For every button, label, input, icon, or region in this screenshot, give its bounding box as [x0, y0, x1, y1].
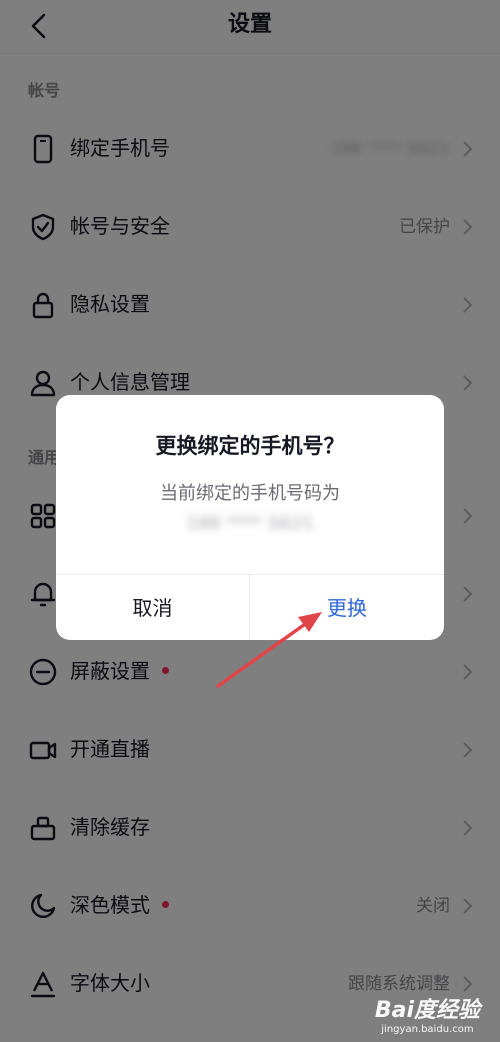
dialog-actions: 取消 更换 — [56, 574, 444, 640]
dialog-title: 更换绑定的手机号？ — [155, 434, 345, 458]
dialog-phone-number: 188 **** 5621 — [186, 513, 314, 534]
baidu-jingyan-watermark: Bai度经验 jingyan.baidu.com — [375, 998, 480, 1036]
watermark-logo: Bai度经验 — [374, 998, 480, 1023]
change-button[interactable]: 更换 — [250, 575, 444, 640]
change-phone-dialog: 更换绑定的手机号？ 当前绑定的手机号码为 188 **** 5621 取消 更换 — [56, 395, 444, 640]
dialog-message: 当前绑定的手机号码为 — [160, 483, 340, 504]
cancel-button[interactable]: 取消 — [56, 575, 250, 640]
watermark-url: jingyan.baidu.com — [381, 1024, 474, 1035]
